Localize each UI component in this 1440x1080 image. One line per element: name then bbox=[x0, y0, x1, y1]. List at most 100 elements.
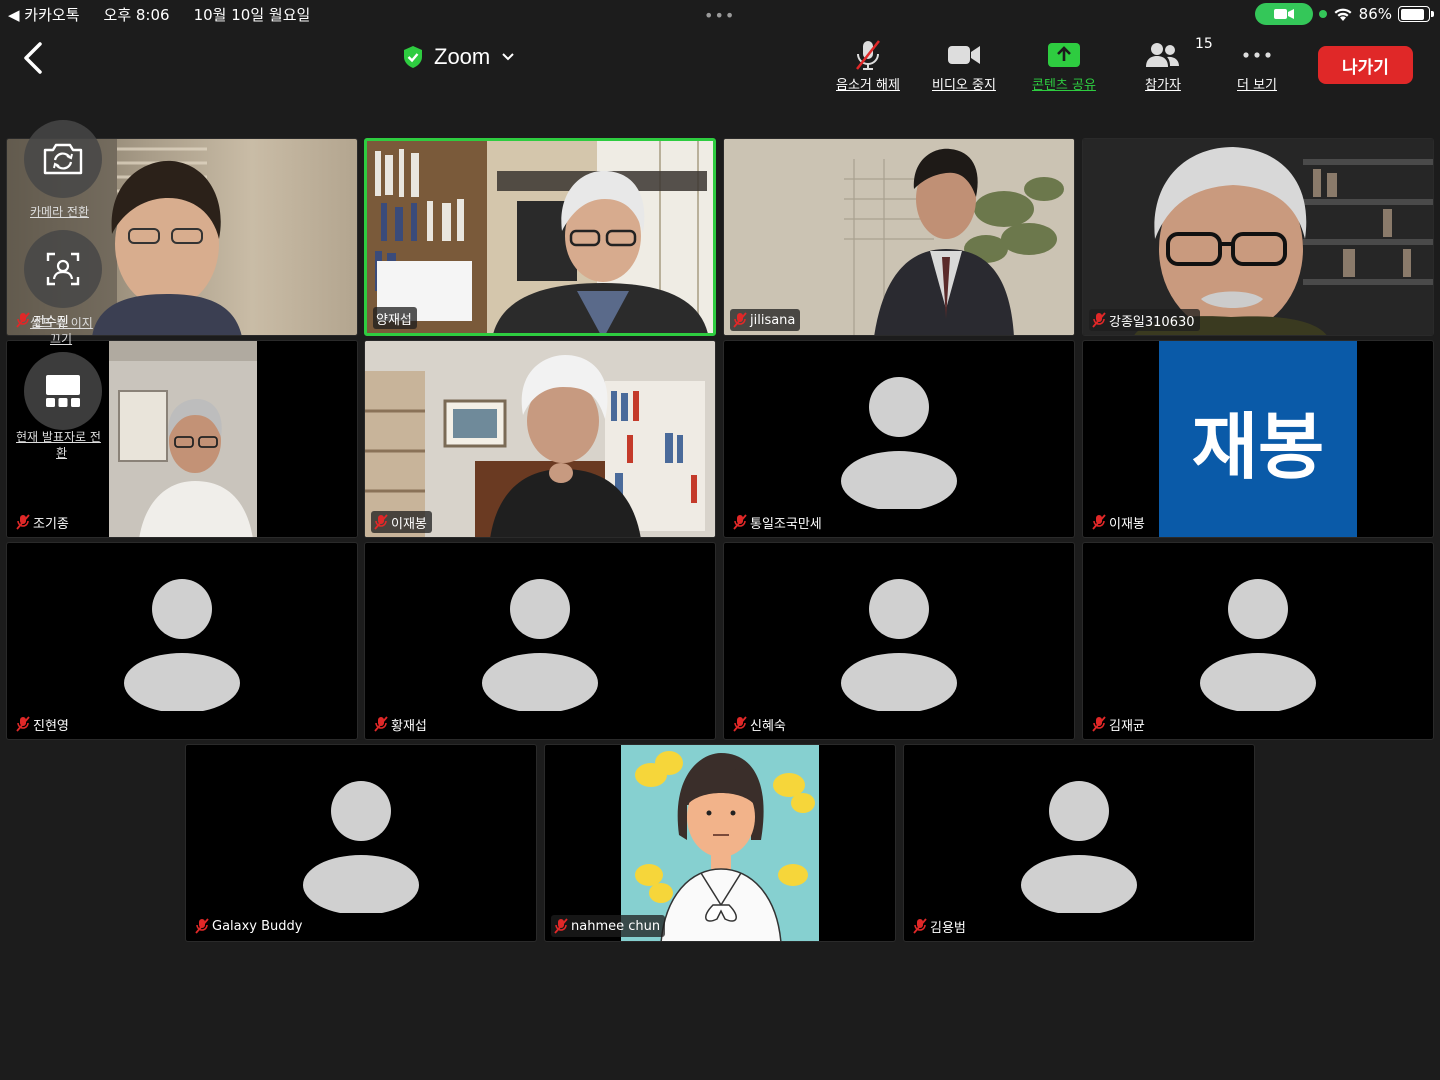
video-tile[interactable]: 신혜숙 bbox=[723, 542, 1075, 740]
muted-mic-icon bbox=[374, 514, 388, 530]
muted-mic-icon bbox=[16, 716, 30, 732]
video-tile[interactable]: 황재섭 bbox=[364, 542, 716, 740]
muted-mic-icon bbox=[733, 716, 747, 732]
default-avatar-icon bbox=[841, 579, 957, 711]
hide-self-icon bbox=[46, 252, 80, 286]
video-tile[interactable]: jilisana bbox=[723, 138, 1075, 336]
muted-mic-icon bbox=[733, 514, 747, 530]
participant-nametag: 황재섭 bbox=[371, 713, 432, 735]
video-tile[interactable]: nahmee chun bbox=[544, 744, 896, 942]
default-avatar-icon bbox=[1200, 579, 1316, 711]
participant-nametag: 신혜숙 bbox=[730, 713, 791, 735]
profile-illustration bbox=[621, 745, 819, 941]
switch-to-presenter-button[interactable] bbox=[24, 352, 102, 430]
more-icon bbox=[1243, 52, 1271, 58]
switch-camera-label: 카메라 전환 bbox=[30, 205, 90, 219]
participant-nametag: 양재섭 bbox=[373, 307, 417, 329]
participant-name: 양재섭 bbox=[376, 312, 412, 328]
camera-icon bbox=[1273, 9, 1294, 19]
video-tile[interactable]: 통일조국만세 bbox=[723, 340, 1075, 538]
participant-nametag: 통일조국만세 bbox=[730, 511, 827, 533]
back-button[interactable] bbox=[18, 40, 50, 76]
video-tile[interactable]: 강종일310630 bbox=[1082, 138, 1434, 336]
hide-self-view-button[interactable] bbox=[24, 230, 102, 308]
meeting-title-dropdown[interactable]: Zoom bbox=[402, 44, 516, 70]
video-tile[interactable]: 진현영 bbox=[6, 542, 358, 740]
leave-button[interactable]: 나가기 bbox=[1318, 46, 1413, 84]
participant-name: 강종일310630 bbox=[1109, 314, 1195, 330]
participant-name: 통일조국만세 bbox=[750, 516, 822, 532]
share-content-button[interactable]: 콘텐츠 공유 bbox=[1032, 38, 1096, 93]
share-icon bbox=[1047, 43, 1080, 67]
participant-name: 김용범 bbox=[930, 920, 966, 936]
video-tile[interactable]: 김재균 bbox=[1082, 542, 1434, 740]
participant-nametag: 김용범 bbox=[910, 915, 971, 937]
participant-name: jilisana bbox=[750, 312, 796, 328]
participant-name: 이재봉 bbox=[1109, 516, 1145, 532]
battery-percent: 86% bbox=[1358, 5, 1392, 23]
participant-name: 신혜숙 bbox=[750, 718, 786, 734]
back-to-app-link[interactable]: ◀ 카카오톡 bbox=[8, 4, 80, 25]
participant-nametag: 이재봉 bbox=[371, 511, 432, 533]
video-tile[interactable]: 이재봉 bbox=[364, 340, 716, 538]
mic-off-icon bbox=[855, 40, 880, 70]
more-button[interactable]: 더 보기 bbox=[1237, 38, 1277, 93]
participants-icon bbox=[1146, 43, 1179, 67]
multitask-dots[interactable]: ••• bbox=[704, 6, 735, 25]
stop-video-button[interactable]: 비디오 중지 bbox=[932, 38, 996, 93]
participant-nametag: 조기종 bbox=[13, 511, 74, 533]
participant-video-feed bbox=[365, 341, 715, 537]
unmute-label: 음소거 해제 bbox=[836, 78, 900, 93]
participant-video-feed bbox=[367, 141, 713, 333]
participant-name: nahmee chun bbox=[571, 918, 661, 934]
muted-mic-icon bbox=[913, 918, 927, 934]
participant-name: 진현영 bbox=[33, 718, 69, 734]
hide-self-view-label-line2: 끄기 bbox=[50, 332, 73, 346]
switch-camera-button[interactable] bbox=[24, 120, 102, 198]
presenter-icon bbox=[46, 375, 80, 407]
stop-video-label: 비디오 중지 bbox=[932, 78, 996, 93]
share-content-label: 콘텐츠 공유 bbox=[1032, 78, 1096, 93]
participant-nametag: nahmee chun bbox=[551, 915, 666, 937]
video-tile[interactable]: Galaxy Buddy bbox=[185, 744, 537, 942]
muted-mic-icon bbox=[1092, 716, 1106, 732]
default-avatar-icon bbox=[1021, 781, 1137, 913]
default-avatar-icon bbox=[841, 377, 957, 509]
participants-button[interactable]: 15 참가자 bbox=[1145, 36, 1213, 93]
wifi-icon bbox=[1334, 8, 1352, 21]
video-tile-active-speaker[interactable]: 양재섭 bbox=[364, 138, 716, 336]
status-bar: ◀ 카카오톡 오후 8:06 10월 10일 월요일 ••• 86% bbox=[0, 0, 1440, 28]
participant-name: Galaxy Buddy bbox=[212, 918, 303, 934]
participant-video-feed bbox=[724, 139, 1074, 335]
muted-mic-icon bbox=[16, 514, 30, 530]
meeting-title: Zoom bbox=[434, 44, 491, 69]
participant-name: 조기종 bbox=[33, 516, 69, 532]
participant-name: 황재섭 bbox=[391, 718, 427, 734]
video-icon bbox=[947, 46, 980, 64]
switch-to-presenter-label: 현재 발표자로 전 bbox=[16, 430, 101, 444]
unmute-button[interactable]: 음소거 해제 bbox=[836, 38, 900, 93]
muted-mic-icon bbox=[554, 918, 568, 934]
status-date: 10월 10일 월요일 bbox=[193, 6, 311, 24]
participant-nametag: 이재봉 bbox=[1089, 511, 1150, 533]
camera-in-use-indicator bbox=[1254, 3, 1313, 25]
battery-icon bbox=[1398, 6, 1434, 22]
participant-nametag: 진현영 bbox=[13, 713, 74, 735]
meeting-toolbar: Zoom 음소거 해제 비디오 중지 콘텐츠 공유 15 참가자 더 보기 나가… bbox=[0, 30, 1440, 100]
status-time: 오후 8:06 bbox=[103, 6, 170, 24]
video-tile[interactable]: 김용범 bbox=[903, 744, 1255, 942]
muted-mic-icon bbox=[733, 312, 747, 328]
participants-count: 15 bbox=[1195, 36, 1213, 52]
more-label: 더 보기 bbox=[1237, 78, 1278, 93]
default-avatar-icon bbox=[482, 579, 598, 711]
chevron-down-icon bbox=[502, 53, 514, 61]
participant-nametag: Galaxy Buddy bbox=[192, 915, 308, 937]
participant-nametag: 김재균 bbox=[1089, 713, 1150, 735]
switch-to-presenter-label-line2: 환 bbox=[56, 446, 68, 460]
name-card-image: 재봉 bbox=[1159, 341, 1357, 537]
muted-mic-icon bbox=[1092, 312, 1106, 328]
camera-switch-icon bbox=[43, 143, 83, 175]
back-icon bbox=[24, 42, 42, 74]
participant-nametag: 강종일310630 bbox=[1089, 309, 1200, 331]
video-tile[interactable]: 재봉 이재봉 bbox=[1082, 340, 1434, 538]
